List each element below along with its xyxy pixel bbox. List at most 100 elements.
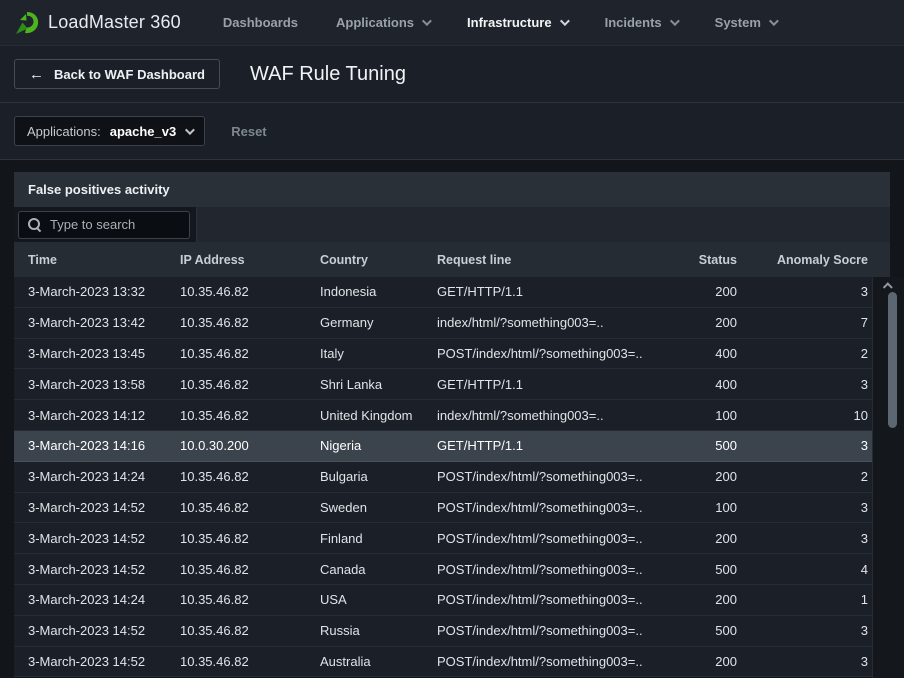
nav-dashboards[interactable]: Dashboards	[223, 15, 298, 30]
cell-country: Bulgaria	[320, 469, 437, 484]
panel-title-bar: False positives activity	[14, 172, 890, 207]
cell-status: 100	[660, 500, 737, 515]
cell-status: 200	[660, 654, 737, 669]
scrollbar-thumb[interactable]	[888, 292, 897, 428]
cell-ip-address: 10.35.46.82	[180, 592, 320, 607]
cell-time: 3-March-2023 14:52	[28, 500, 180, 515]
cell-country: Russia	[320, 623, 437, 638]
nav-label: Infrastructure	[467, 15, 552, 30]
chevron-down-icon	[422, 16, 432, 26]
table-toolbar	[14, 207, 890, 242]
cell-status: 500	[660, 438, 737, 453]
cell-ip-address: 10.35.46.82	[180, 408, 320, 423]
cell-request-line: GET/HTTP/1.1	[437, 438, 660, 453]
cell-request-line: POST/index/html/?something003=..	[437, 592, 660, 607]
cell-anomaly-score: 3	[737, 623, 868, 638]
cell-country: Canada	[320, 562, 437, 577]
cell-time: 3-March-2023 14:12	[28, 408, 180, 423]
cell-ip-address: 10.0.30.200	[180, 438, 320, 453]
cell-request-line: POST/index/html/?something003=..	[437, 654, 660, 669]
cell-country: Australia	[320, 654, 437, 669]
back-arrow-icon: ←	[29, 67, 44, 82]
table-row[interactable]: 3-March-2023 14:24 10.35.46.82 Bulgaria …	[14, 462, 890, 493]
cell-status: 200	[660, 469, 737, 484]
table-row[interactable]: 3-March-2023 13:42 10.35.46.82 Germany i…	[14, 308, 890, 339]
nav-label: System	[715, 15, 761, 30]
cell-anomaly-score: 3	[737, 438, 868, 453]
col-header-time: Time	[28, 253, 180, 267]
false-positives-panel: False positives activity Time IP Address…	[14, 172, 890, 678]
cell-request-line: POST/index/html/?something003=..	[437, 469, 660, 484]
chevron-down-icon	[769, 16, 779, 26]
cell-request-line: POST/index/html/?something003=..	[437, 346, 660, 361]
back-button-label: Back to WAF Dashboard	[54, 67, 205, 82]
cell-country: Indonesia	[320, 284, 437, 299]
table-row[interactable]: 3-March-2023 14:24 10.35.46.82 USA POST/…	[14, 585, 890, 616]
table-body: 3-March-2023 13:32 10.35.46.82 Indonesia…	[14, 277, 890, 678]
cell-request-line: POST/index/html/?something003=..	[437, 531, 660, 546]
col-header-request: Request line	[437, 253, 660, 267]
cell-request-line: POST/index/html/?something003=..	[437, 500, 660, 515]
cell-time: 3-March-2023 14:52	[28, 654, 180, 669]
table-row[interactable]: 3-March-2023 14:52 10.35.46.82 Finland P…	[14, 523, 890, 554]
nav-system[interactable]: System	[715, 15, 776, 30]
cell-anomaly-score: 3	[737, 500, 868, 515]
table-row[interactable]: 3-March-2023 13:58 10.35.46.82 Shri Lank…	[14, 369, 890, 400]
cell-time: 3-March-2023 13:45	[28, 346, 180, 361]
table-row[interactable]: 3-March-2023 14:52 10.35.46.82 Russia PO…	[14, 616, 890, 647]
col-header-anomaly-score: Anomaly Socre	[737, 253, 868, 267]
search-icon	[28, 218, 41, 231]
col-header-ip: IP Address	[180, 253, 320, 267]
table-row[interactable]: 3-March-2023 14:52 10.35.46.82 Sweden PO…	[14, 493, 890, 524]
table-row[interactable]: 3-March-2023 14:16 10.0.30.200 Nigeria G…	[14, 431, 890, 462]
table-row[interactable]: 3-March-2023 14:52 10.35.46.82 Australia…	[14, 647, 890, 678]
nav-incidents[interactable]: Incidents	[605, 15, 677, 30]
nav-label: Applications	[336, 15, 414, 30]
nav-infrastructure[interactable]: Infrastructure	[467, 15, 567, 30]
cell-anomaly-score: 1	[737, 592, 868, 607]
reset-button[interactable]: Reset	[231, 124, 266, 139]
cell-anomaly-score: 2	[737, 469, 868, 484]
cell-status: 500	[660, 623, 737, 638]
cell-anomaly-score: 4	[737, 562, 868, 577]
brand-logo[interactable]: LoadMaster 360	[14, 10, 181, 36]
cell-request-line: POST/index/html/?something003=..	[437, 562, 660, 577]
scroll-up-icon[interactable]	[883, 282, 893, 292]
cell-ip-address: 10.35.46.82	[180, 623, 320, 638]
cell-status: 400	[660, 346, 737, 361]
cell-request-line: POST/index/html/?something003=..	[437, 623, 660, 638]
table-row[interactable]: 3-March-2023 13:32 10.35.46.82 Indonesia…	[14, 277, 890, 308]
brand-name: LoadMaster 360	[48, 12, 181, 33]
cell-anomaly-score: 7	[737, 315, 868, 330]
cell-time: 3-March-2023 14:52	[28, 562, 180, 577]
cell-ip-address: 10.35.46.82	[180, 284, 320, 299]
cell-status: 500	[660, 562, 737, 577]
col-header-status: Status	[660, 253, 737, 267]
panel-title: False positives activity	[28, 182, 170, 197]
cell-anomaly-score: 3	[737, 531, 868, 546]
cell-anomaly-score: 2	[737, 346, 868, 361]
table-header-row: Time IP Address Country Request line Sta…	[14, 242, 890, 277]
table-row[interactable]: 3-March-2023 14:52 10.35.46.82 Canada PO…	[14, 554, 890, 585]
search-box	[18, 211, 190, 239]
table-scrollbar	[872, 277, 904, 678]
main-nav: Dashboards Applications Infrastructure I…	[223, 15, 776, 30]
cell-request-line: index/html/?something003=..	[437, 315, 660, 330]
back-to-waf-dashboard-button[interactable]: ← Back to WAF Dashboard	[14, 59, 220, 89]
cell-anomaly-score: 3	[737, 377, 868, 392]
cell-status: 200	[660, 315, 737, 330]
nav-label: Dashboards	[223, 15, 298, 30]
cell-anomaly-score: 10	[737, 408, 868, 423]
applications-filter-dropdown[interactable]: Applications: apache_v3	[14, 116, 205, 146]
cell-country: Germany	[320, 315, 437, 330]
cell-country: Shri Lanka	[320, 377, 437, 392]
nav-label: Incidents	[605, 15, 662, 30]
table-row[interactable]: 3-March-2023 14:12 10.35.46.82 United Ki…	[14, 400, 890, 431]
table-row[interactable]: 3-March-2023 13:45 10.35.46.82 Italy POS…	[14, 339, 890, 370]
cell-status: 200	[660, 284, 737, 299]
cell-ip-address: 10.35.46.82	[180, 315, 320, 330]
top-nav-bar: LoadMaster 360 Dashboards Applications I…	[0, 0, 904, 46]
filter-prefix-label: Applications:	[27, 124, 101, 139]
nav-applications[interactable]: Applications	[336, 15, 429, 30]
cell-country: Nigeria	[320, 438, 437, 453]
